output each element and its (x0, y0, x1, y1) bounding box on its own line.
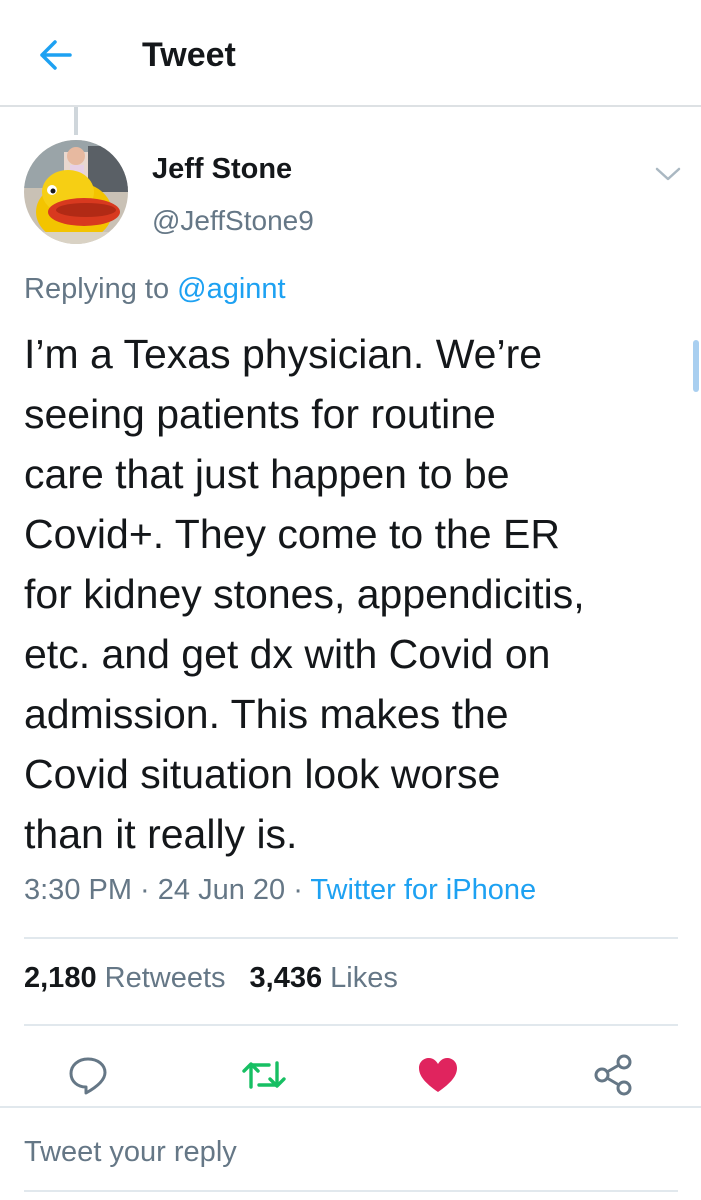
reply-composer: Tweet your reply (0, 1106, 701, 1200)
tweet-time: 3:30 PM (24, 874, 132, 906)
reply-input[interactable]: Tweet your reply (24, 1136, 664, 1169)
share-icon (594, 1054, 632, 1096)
replying-to: Replying to @aginnt (24, 273, 286, 306)
replying-to-mention[interactable]: @aginnt (177, 273, 285, 305)
tweet-date: 24 Jun 20 (157, 874, 286, 906)
avatar[interactable] (24, 140, 128, 244)
meta-separator: · (132, 874, 158, 906)
back-button[interactable] (28, 30, 84, 80)
author-name[interactable]: Jeff Stone (152, 153, 292, 186)
tweet-stats: 2,180 Retweets 3,436 Likes (24, 962, 398, 995)
arrow-left-icon (40, 40, 72, 70)
chevron-down-icon (655, 167, 681, 181)
meta-separator: · (285, 874, 311, 906)
like-button[interactable] (408, 1045, 468, 1105)
retweets-label: Retweets (96, 962, 226, 994)
likes-stat[interactable]: 3,436 Likes (250, 962, 398, 994)
share-button[interactable] (583, 1045, 643, 1105)
retweet-button[interactable] (234, 1045, 294, 1105)
thread-connector-line (74, 107, 78, 135)
author-handle[interactable]: @JeffStone9 (152, 205, 314, 237)
divider (24, 1024, 678, 1026)
tweet-actions (0, 1045, 701, 1105)
replying-to-label: Replying to (24, 273, 178, 305)
likes-label: Likes (322, 962, 398, 994)
tweet-text: I’m a Texas physician. We’re seeing pati… (24, 331, 585, 857)
divider (24, 937, 678, 939)
tweet-source[interactable]: Twitter for iPhone (310, 874, 536, 906)
reply-button[interactable] (58, 1045, 118, 1105)
tweet-options-button[interactable] (650, 160, 686, 188)
retweets-count: 2,180 (24, 962, 97, 994)
tweet-meta: 3:30 PM · 24 Jun 20 · Twitter for iPhone (24, 874, 536, 907)
scrollbar[interactable] (693, 340, 699, 392)
reply-input-underline (24, 1190, 678, 1192)
retweet-icon (242, 1061, 286, 1089)
reply-icon (69, 1057, 107, 1095)
retweets-stat[interactable]: 2,180 Retweets (24, 962, 226, 994)
avatar-image (24, 140, 128, 244)
app-header: Tweet (0, 0, 701, 107)
likes-count: 3,436 (249, 962, 323, 994)
heart-icon (419, 1058, 457, 1092)
page-title: Tweet (142, 36, 236, 74)
